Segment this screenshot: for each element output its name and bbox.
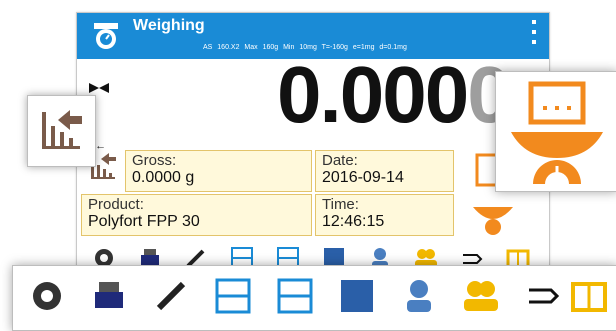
statistics-large-icon	[42, 110, 82, 149]
date-value: 2016-09-14	[322, 169, 404, 186]
statistics-popup[interactable]	[27, 95, 96, 167]
reading-main-digits: 0.000	[277, 50, 469, 139]
date-label: Date:	[322, 152, 358, 169]
tools-icon[interactable]	[151, 276, 191, 316]
stat-icon[interactable]	[337, 276, 377, 316]
kebab-menu-icon[interactable]	[529, 20, 539, 52]
database-icon[interactable]	[569, 276, 609, 316]
gross-label: Gross:	[132, 152, 177, 169]
print-icon[interactable]	[89, 276, 129, 316]
toolbar-expanded	[12, 265, 616, 331]
scale-popup[interactable]	[495, 71, 616, 192]
weight-reading: 0.0000	[277, 55, 512, 135]
tare-grid-icon[interactable]	[213, 276, 253, 316]
stability-indicator-icon	[89, 83, 109, 93]
time-label: Time:	[322, 196, 359, 213]
settings-icon[interactable]	[27, 276, 67, 316]
app-window: Weighing AS 160.X2 Max 160g Min 10mg T=-…	[76, 12, 550, 272]
scale-large-icon	[511, 81, 603, 184]
gross-value: 0.0000 g	[132, 169, 195, 186]
scale-logo-icon	[94, 23, 118, 49]
gross-field[interactable]: Gross: 0.0000 g	[125, 150, 312, 192]
user-icon[interactable]	[399, 276, 439, 316]
page-title: Weighing	[133, 17, 205, 34]
time-value: 12:46:15	[322, 213, 385, 230]
date-field[interactable]: Date: 2016-09-14	[315, 150, 454, 192]
users-icon[interactable]	[461, 276, 501, 316]
tare-grid-icon-2[interactable]	[275, 276, 315, 316]
product-label: Product:	[88, 196, 144, 213]
unit-icon[interactable]	[523, 276, 563, 316]
product-field[interactable]: Product: Polyfort FPP 30	[81, 194, 312, 236]
product-value: Polyfort FPP 30	[88, 213, 200, 230]
time-field[interactable]: Time: 12:46:15	[315, 194, 454, 236]
